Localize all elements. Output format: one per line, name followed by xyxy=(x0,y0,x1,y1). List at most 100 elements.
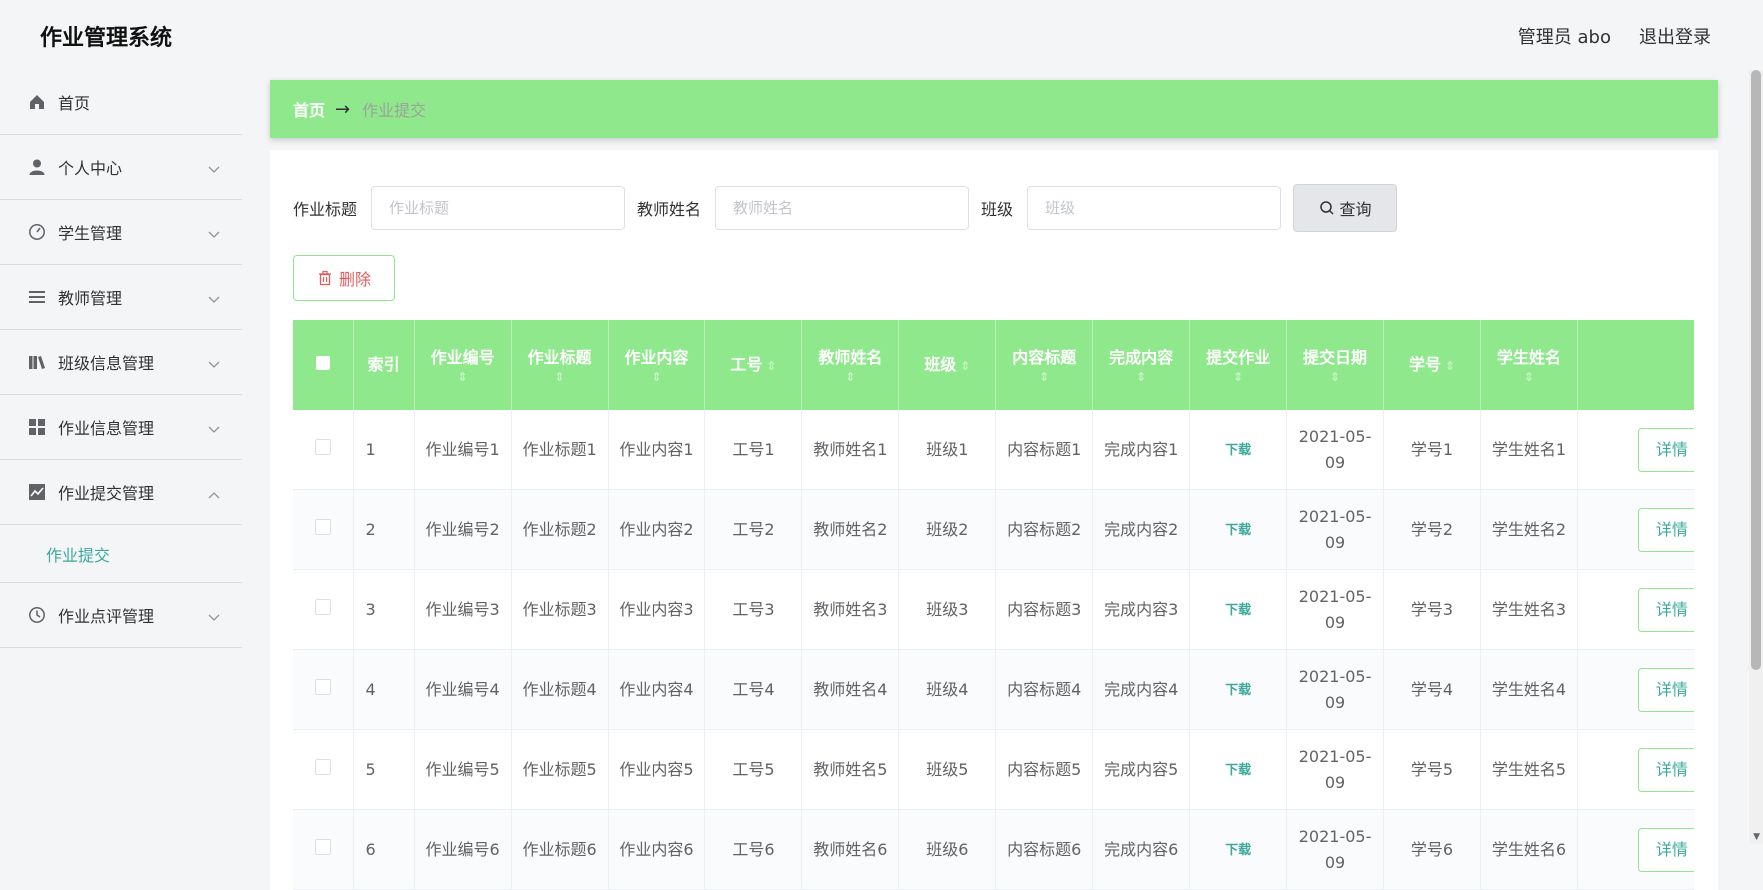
header-student-name[interactable]: 学生姓名 ⇕ xyxy=(1480,320,1578,410)
header-student-no[interactable]: 学号 ⇕ xyxy=(1383,320,1481,410)
scrollbar-thumb[interactable] xyxy=(1751,70,1761,670)
sort-icon[interactable]: ⇕ xyxy=(960,359,970,373)
cell-submit-file: 下载 xyxy=(1189,729,1288,810)
top-bar: 作业管理系统 管理员 abo 退出登录 xyxy=(0,0,1763,70)
cell-work-no: 工号6 xyxy=(704,809,803,890)
cell-hw-title: 作业标题2 xyxy=(511,489,609,570)
submenu-item-active[interactable]: 作业提交 xyxy=(0,525,242,583)
sidebar-item-4[interactable]: 教师管理 xyxy=(0,265,242,330)
sort-icon[interactable]: ⇕ xyxy=(1287,370,1383,384)
detail-button[interactable]: 详情 xyxy=(1637,587,1694,632)
sidebar-item-1[interactable]: 首页 xyxy=(0,70,242,135)
search-input-class[interactable] xyxy=(1027,186,1282,230)
header-hw-content[interactable]: 作业内容 ⇕ xyxy=(608,320,706,410)
detail-button[interactable]: 详情 xyxy=(1637,747,1694,792)
header-work-no[interactable]: 工号 ⇕ xyxy=(704,320,803,410)
chevron-down-icon xyxy=(208,607,220,626)
cell-done-content: 完成内容4 xyxy=(1092,649,1191,730)
cell-submit-file: 下载 xyxy=(1189,489,1288,570)
header-label: 教师姓名 xyxy=(818,348,883,367)
header-hw-title[interactable]: 作业标题 ⇕ xyxy=(511,320,609,410)
header-teacher[interactable]: 教师姓名 ⇕ xyxy=(801,320,900,410)
detail-button[interactable]: 详情 xyxy=(1637,667,1694,712)
header-label: 工号 xyxy=(730,355,763,374)
sort-icon[interactable]: ⇕ xyxy=(802,370,898,384)
row-checkbox[interactable] xyxy=(314,678,331,695)
download-link[interactable]: 下载 xyxy=(1225,523,1251,538)
cell-class: 班级4 xyxy=(898,649,997,730)
cell-student-no: 学号3 xyxy=(1383,569,1481,650)
row-checkbox[interactable] xyxy=(314,838,331,855)
trash-icon xyxy=(318,270,331,286)
table-row: 2 作业编号2 作业标题2 作业内容2 工号2 教师姓名2 班级2 内容标题2 完成内容2 下载 2… xyxy=(293,489,1694,570)
cell-hw-content: 作业内容1 xyxy=(608,410,706,490)
detail-button[interactable]: 详情 xyxy=(1637,427,1694,472)
search-input-title[interactable] xyxy=(371,186,626,230)
sort-icon[interactable]: ⇕ xyxy=(1093,370,1189,384)
cell-hw-content: 作业内容6 xyxy=(608,809,706,890)
header-select-all[interactable] xyxy=(293,320,354,410)
cell-work-no: 工号4 xyxy=(704,649,803,730)
row-select-cell[interactable] xyxy=(293,489,354,570)
cell-teacher: 教师姓名3 xyxy=(801,569,900,650)
grid-icon xyxy=(28,418,46,436)
row-checkbox[interactable] xyxy=(314,598,331,615)
cell-hw-no: 作业编号4 xyxy=(414,649,512,730)
sort-icon[interactable]: ⇕ xyxy=(766,359,776,373)
cell-work-no: 工号5 xyxy=(704,729,803,810)
scroll-down-icon[interactable]: ▼ xyxy=(1753,832,1760,842)
search-bar: 作业标题 教师姓名 班级 查询 xyxy=(293,184,1398,232)
row-select-cell[interactable] xyxy=(293,569,354,650)
chevron-up-icon xyxy=(208,484,220,503)
sort-icon[interactable]: ⇕ xyxy=(512,370,608,384)
sidebar-item-6[interactable]: 作业信息管理 xyxy=(0,395,242,460)
cell-hw-title: 作业标题4 xyxy=(511,649,609,730)
select-all-checkbox[interactable] xyxy=(315,356,330,370)
row-select-cell[interactable] xyxy=(293,809,354,890)
sort-icon[interactable]: ⇕ xyxy=(1481,370,1577,384)
library-icon xyxy=(28,353,46,371)
header-class[interactable]: 班级 ⇕ xyxy=(898,320,997,410)
row-checkbox[interactable] xyxy=(314,758,331,775)
sidebar-item-8[interactable]: 作业点评管理 xyxy=(0,583,242,648)
download-link[interactable]: 下载 xyxy=(1225,843,1251,858)
sort-icon[interactable]: ⇕ xyxy=(1190,370,1286,384)
row-select-cell[interactable] xyxy=(293,410,354,490)
download-link[interactable]: 下载 xyxy=(1225,443,1251,458)
header-hw-no[interactable]: 作业编号 ⇕ xyxy=(414,320,512,410)
row-checkbox[interactable] xyxy=(314,438,331,455)
download-link[interactable]: 下载 xyxy=(1225,763,1251,778)
download-link[interactable]: 下载 xyxy=(1225,683,1251,698)
user-label[interactable]: 管理员 abo xyxy=(1518,23,1611,49)
logout-link[interactable]: 退出登录 xyxy=(1639,23,1711,49)
sort-icon[interactable]: ⇕ xyxy=(1445,359,1455,373)
query-button-label: 查询 xyxy=(1339,200,1372,219)
cell-student-no: 学号1 xyxy=(1383,410,1481,490)
search-label-class: 班级 xyxy=(981,200,1014,219)
query-button[interactable]: 查询 xyxy=(1293,184,1398,232)
sidebar-item-5[interactable]: 班级信息管理 xyxy=(0,330,242,395)
sidebar-item-3[interactable]: 学生管理 xyxy=(0,200,242,265)
sidebar-item-7[interactable]: 作业提交管理 xyxy=(0,460,242,525)
detail-button[interactable]: 详情 xyxy=(1637,507,1694,552)
row-select-cell[interactable] xyxy=(293,729,354,810)
row-select-cell[interactable] xyxy=(293,649,354,730)
cell-content-title: 内容标题4 xyxy=(995,649,1094,730)
header-content-title[interactable]: 内容标题 ⇕ xyxy=(995,320,1094,410)
detail-button[interactable]: 详情 xyxy=(1637,827,1694,872)
sort-icon[interactable]: ⇕ xyxy=(609,370,705,384)
chevron-down-icon xyxy=(208,419,220,438)
download-link[interactable]: 下载 xyxy=(1225,603,1251,618)
cell-student-no: 学号4 xyxy=(1383,649,1481,730)
delete-button[interactable]: 删除 xyxy=(293,255,395,301)
row-checkbox[interactable] xyxy=(314,518,331,535)
sort-icon[interactable]: ⇕ xyxy=(415,370,511,384)
sidebar-item-2[interactable]: 个人中心 xyxy=(0,135,242,200)
header-done-content[interactable]: 完成内容 ⇕ xyxy=(1092,320,1191,410)
sort-icon[interactable]: ⇕ xyxy=(996,370,1092,384)
search-input-teacher[interactable] xyxy=(715,186,970,230)
header-submit-date[interactable]: 提交日期 ⇕ xyxy=(1286,320,1385,410)
header-submit-file[interactable]: 提交作业 ⇕ xyxy=(1189,320,1288,410)
breadcrumb-home[interactable]: 首页 xyxy=(293,97,325,121)
cell-hw-content: 作业内容3 xyxy=(608,569,706,650)
